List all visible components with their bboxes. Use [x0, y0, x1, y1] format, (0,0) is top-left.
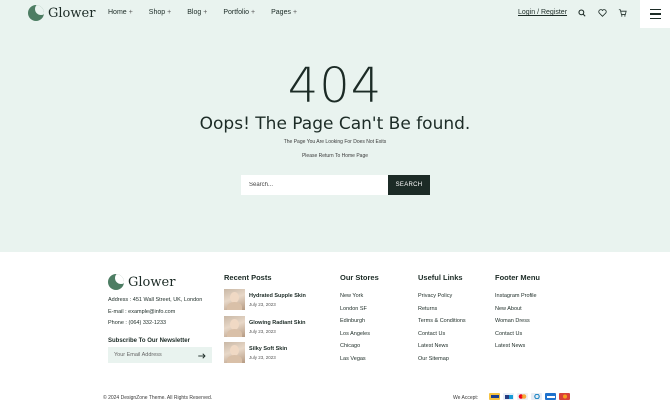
store-link[interactable]: Los Angeles	[340, 331, 370, 337]
newsletter-email-input[interactable]	[114, 352, 194, 358]
footer-menu-link[interactable]: Latest News	[495, 343, 525, 349]
footer-menu-link[interactable]: Instagram Profile	[495, 293, 537, 299]
footer-logo-text: Glower	[128, 274, 176, 290]
store-link[interactable]: Chicago	[340, 343, 360, 349]
copyright-text: © 2024 DesignZone Theme. All Rights Rese…	[103, 395, 213, 401]
plus-icon: +	[167, 9, 172, 16]
search-input[interactable]	[241, 175, 388, 195]
post-date: July 23, 2023	[249, 354, 276, 360]
plus-icon: +	[292, 9, 298, 16]
store-link[interactable]: London SF	[340, 306, 367, 312]
nav-pages[interactable]: Pages +	[271, 9, 297, 16]
discover-icon	[559, 393, 570, 400]
leaf-logo-icon	[108, 274, 124, 290]
recent-posts-title: Recent Posts	[224, 273, 272, 282]
footer-email: E-mail : example@info.com	[108, 309, 176, 315]
footer-menu-link[interactable]: Woman Dress	[495, 318, 530, 324]
plus-icon: +	[128, 9, 133, 16]
post-item[interactable]: Silky Soft Skin July 23, 2023	[224, 342, 287, 363]
useful-link[interactable]: Our Sitemap	[418, 356, 449, 362]
search-form: SEARCH	[241, 175, 430, 195]
nav-shop[interactable]: Shop +	[149, 9, 171, 16]
nav-home[interactable]: Home +	[108, 9, 133, 16]
footer-logo[interactable]: Glower	[108, 274, 175, 290]
error-code: 404	[287, 58, 383, 114]
search-icon[interactable]	[577, 8, 587, 18]
diners-icon	[531, 393, 542, 400]
post-title: Silky Soft Skin	[249, 345, 288, 352]
plus-icon: +	[203, 9, 208, 16]
logo-text: Glower	[48, 5, 96, 21]
heart-icon[interactable]	[597, 8, 607, 18]
hamburger-icon[interactable]	[640, 0, 670, 28]
we-accept-label: We Accept:	[453, 395, 479, 401]
header-icons	[577, 8, 627, 18]
post-item[interactable]: Glowing Radiant Skin July 23, 2023	[224, 316, 306, 337]
post-title: Hydrated Supple Skin	[249, 292, 306, 299]
our-stores-title: Our Stores	[340, 273, 379, 282]
useful-link[interactable]: Returns	[418, 306, 437, 312]
mastercard-icon	[517, 393, 528, 400]
footer-menu-link[interactable]: Contact Us	[495, 331, 522, 337]
error-heading: Oops! The Page Can't Be found.	[199, 114, 471, 134]
post-thumbnail	[224, 342, 245, 363]
store-link[interactable]: New York	[340, 293, 363, 299]
main-nav: Home + Shop + Blog + Portfolio + Pages +	[108, 9, 297, 16]
plus-icon: +	[251, 9, 256, 16]
site-header: Glower Home + Shop + Blog + Portfolio + Page…	[0, 0, 670, 28]
useful-link[interactable]: Contact Us	[418, 331, 445, 337]
post-item[interactable]: Hydrated Supple Skin July 23, 2023	[224, 289, 306, 310]
footer-address: Address : 451 Wall Street, UK, London	[108, 297, 203, 303]
site-logo[interactable]: Glower	[28, 5, 95, 21]
newsletter-form	[108, 347, 212, 363]
post-thumbnail	[224, 316, 245, 337]
return-home-link[interactable]: Please Return To Home Page	[0, 153, 670, 159]
nav-blog-label: Blog	[187, 9, 202, 16]
visa-icon	[489, 393, 500, 400]
post-thumbnail	[224, 289, 245, 310]
payment-icons	[489, 393, 570, 400]
nav-home-label: Home	[108, 9, 127, 16]
search-button[interactable]: SEARCH	[388, 175, 430, 195]
site-footer	[0, 252, 670, 410]
footer-phone: Phone : (064) 332-1233	[108, 320, 167, 326]
nav-portfolio[interactable]: Portfolio +	[223, 9, 255, 16]
useful-links-title: Useful Links	[418, 273, 463, 282]
login-register-link[interactable]: Login / Register	[518, 9, 567, 16]
nav-pages-label: Pages	[271, 9, 291, 16]
useful-link[interactable]: Terms & Conditions	[418, 318, 466, 324]
nav-portfolio-label: Portfolio	[223, 9, 250, 16]
error-subtitle: The Page You Are Looking For Does Not Ex…	[283, 139, 387, 145]
paypal-icon	[503, 393, 514, 400]
amex-icon	[545, 393, 556, 400]
post-date: July 23, 2023	[249, 328, 276, 334]
nav-shop-label: Shop	[148, 9, 166, 16]
leaf-logo-icon	[28, 5, 44, 21]
nav-blog[interactable]: Blog +	[187, 9, 207, 16]
cart-icon[interactable]	[617, 8, 627, 18]
arrow-right-icon[interactable]	[198, 346, 206, 364]
post-title: Glowing Radiant Skin	[249, 319, 306, 326]
footer-menu-link[interactable]: New About	[495, 306, 522, 312]
newsletter-title: Subscribe To Our Newsletter	[108, 338, 190, 344]
store-link[interactable]: Las Vegas	[340, 356, 366, 362]
useful-link[interactable]: Latest News	[418, 343, 448, 349]
useful-link[interactable]: Privacy Policy	[418, 293, 452, 299]
post-date: July 23, 2023	[249, 301, 276, 307]
store-link[interactable]: Edinburgh	[340, 318, 365, 324]
footer-menu-title: Footer Menu	[495, 273, 540, 282]
